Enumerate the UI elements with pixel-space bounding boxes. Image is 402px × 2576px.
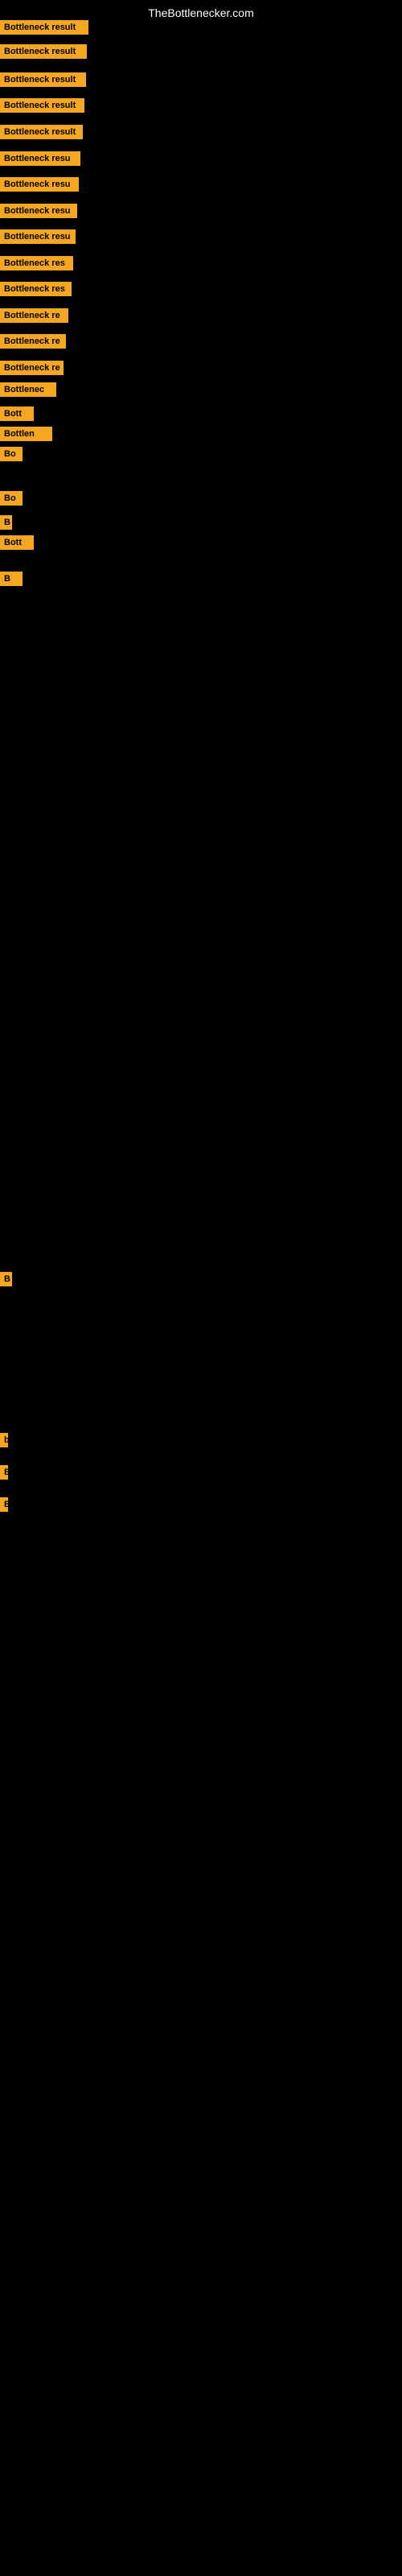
bottleneck-result-item: Bottleneck re (0, 334, 66, 349)
bottleneck-result-item: Bottlen (0, 427, 52, 441)
bottleneck-result-item: Bottleneck result (0, 125, 83, 139)
bottleneck-result-item: Bottleneck resu (0, 177, 79, 192)
bottleneck-result-item: Bottleneck res (0, 256, 73, 270)
bottleneck-result-item: Bottleneck res (0, 282, 72, 296)
bottleneck-result-item: Bott (0, 407, 34, 421)
bottleneck-result-item: Bottleneck re (0, 361, 64, 375)
bottleneck-result-item: Bottleneck result (0, 20, 88, 35)
bottleneck-result-item: Bottleneck resu (0, 204, 77, 218)
bottleneck-result-item: Bottleneck resu (0, 229, 76, 244)
bottleneck-result-item: B (0, 1272, 12, 1286)
bottleneck-result-item: B (0, 1497, 8, 1512)
bottleneck-result-item: Bo (0, 447, 23, 461)
bottleneck-result-item: B (0, 572, 23, 586)
bottleneck-result-item: Bottleneck re (0, 308, 68, 323)
bottleneck-result-item: Bottlenec (0, 382, 56, 397)
bottleneck-result-item: Bottleneck result (0, 98, 84, 113)
bottleneck-result-item: b (0, 1433, 8, 1447)
bottleneck-result-item: Bottleneck resu (0, 151, 80, 166)
bottleneck-result-item: Bottleneck result (0, 44, 87, 59)
bottleneck-result-item: Bott (0, 535, 34, 550)
bottleneck-result-item: Bo (0, 491, 23, 506)
bottleneck-result-item: B (0, 1465, 8, 1480)
bottleneck-result-item: Bottleneck result (0, 72, 86, 87)
bottleneck-result-item: B (0, 515, 12, 530)
